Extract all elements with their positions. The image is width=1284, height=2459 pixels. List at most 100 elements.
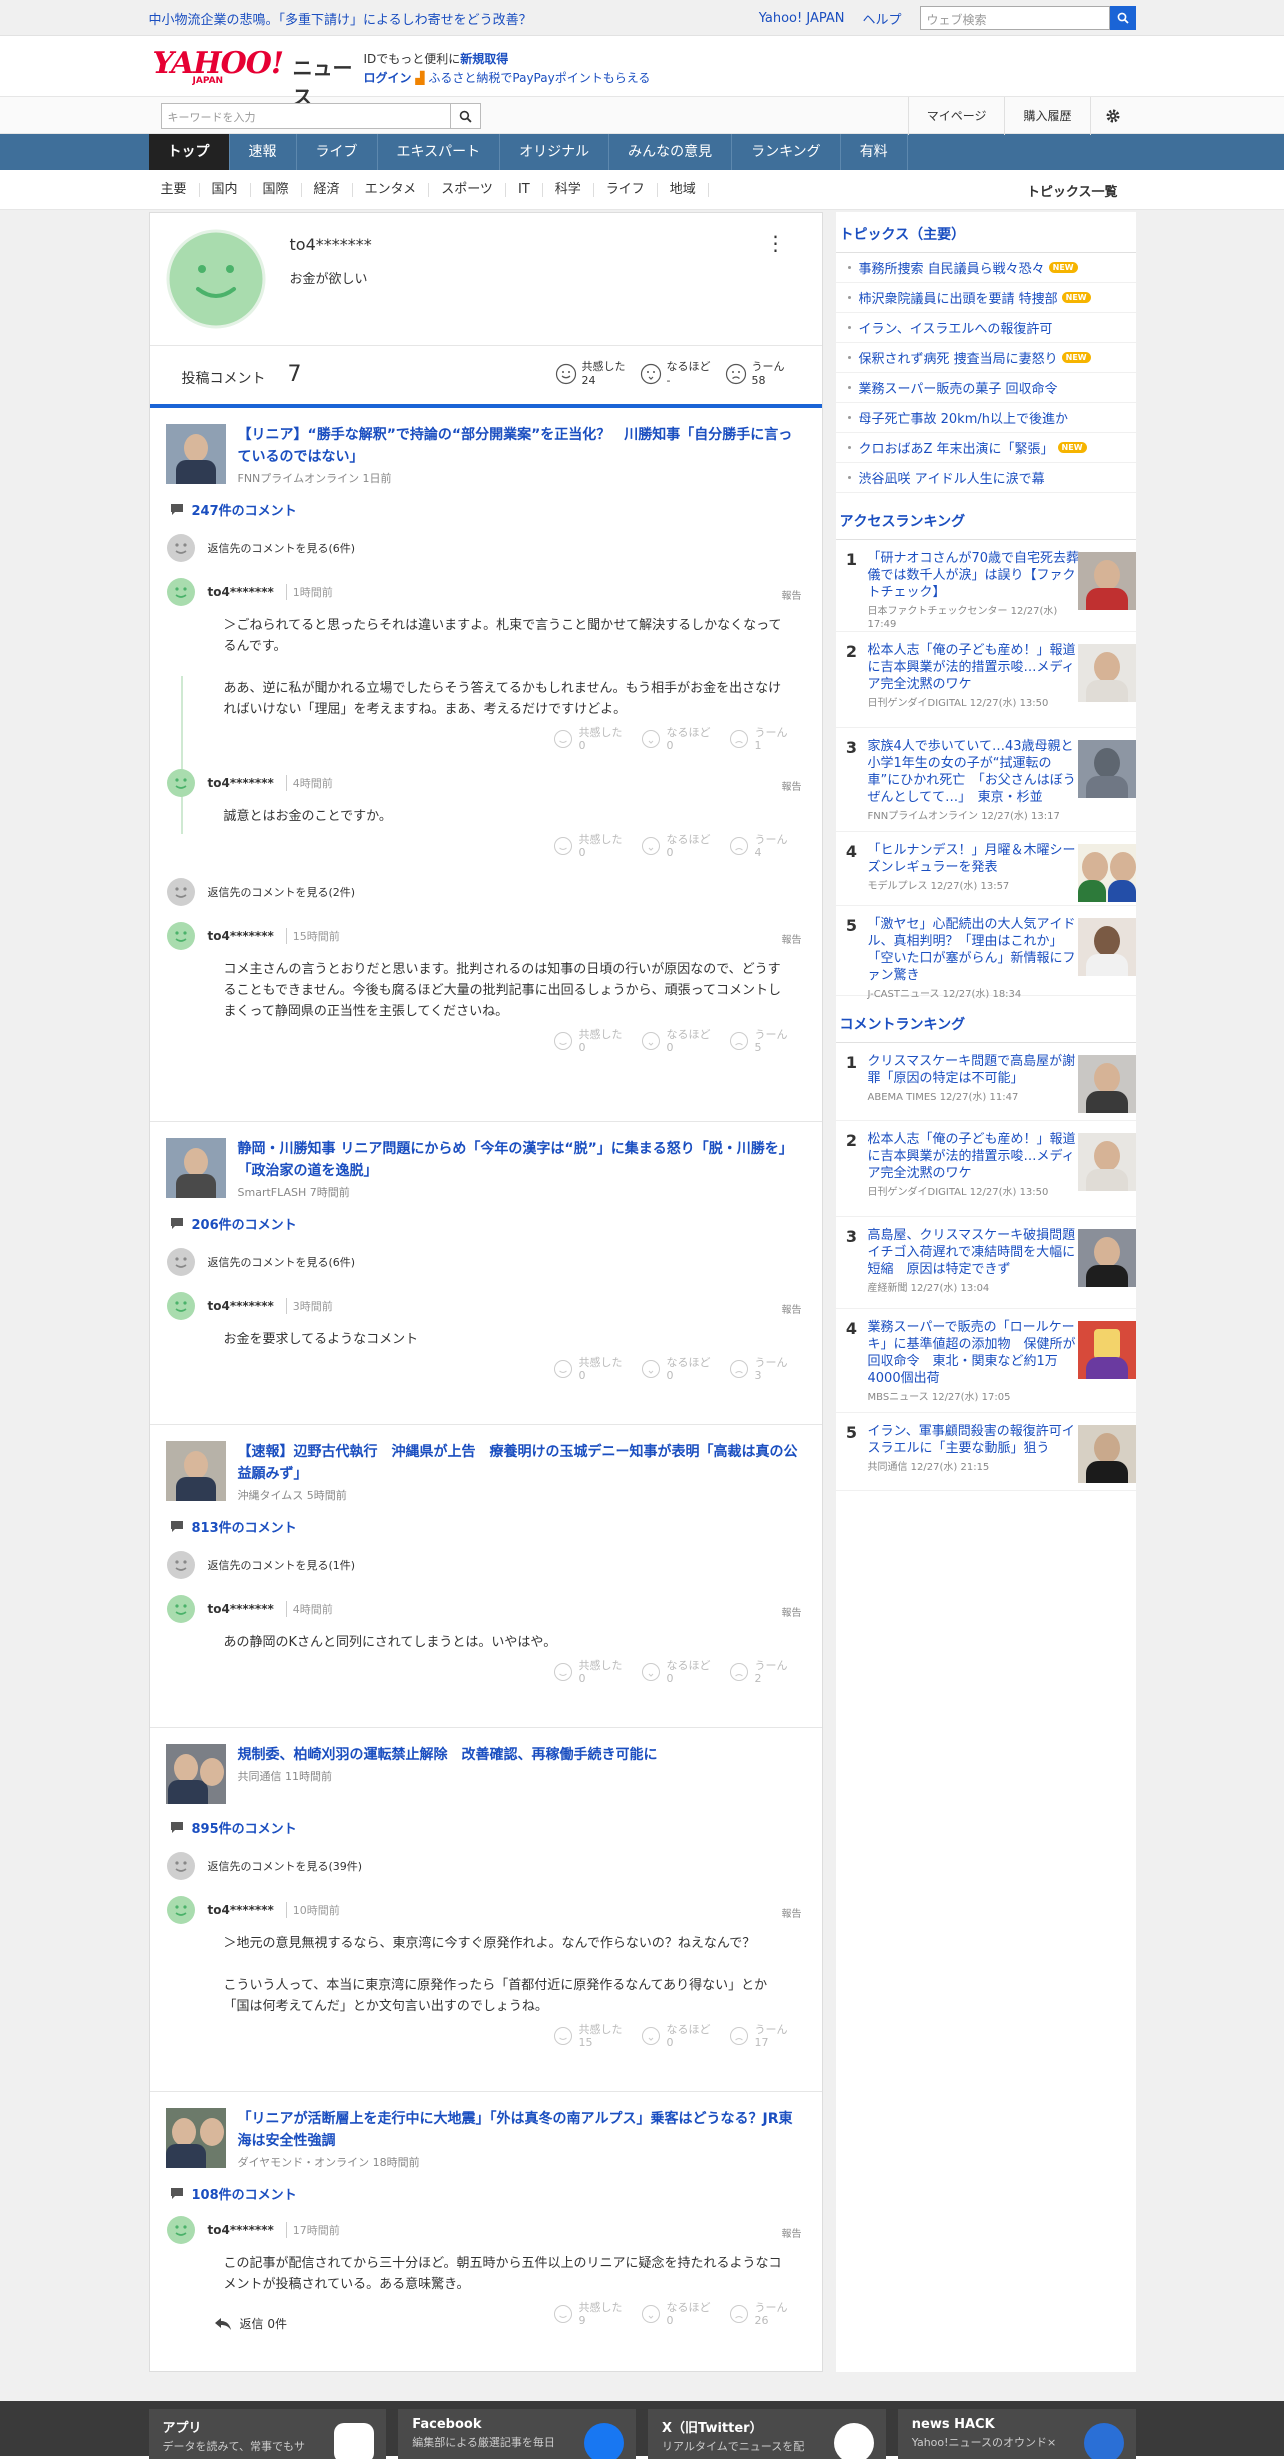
cat-sports[interactable]: スポーツ [429,183,506,197]
comment-count-link[interactable]: 108件のコメント [150,2170,822,2209]
ranking-item[interactable]: 5 イラン、軍事顧問殺害の報復許可イスラエルに「主要な動脈」狙う 共同通信 12/2… [835,1413,1136,1491]
article-title[interactable]: 静岡・川勝知事 リニア問題にからめ「今年の漢字は“脱”」に集まる怒り「脱・川勝を… [238,1138,806,1182]
comment-count-link[interactable]: 895件のコメント [150,1804,822,1843]
uun-button[interactable]: うーん 2 [729,1659,788,1685]
topbar-headline-link[interactable]: 中小物流企業の悲鳴。「多重下請け」によるしわ寄せをどう改善？ [149,9,532,28]
comment-author[interactable]: to4******* [208,776,274,790]
cat-domestic[interactable]: 国内 [200,183,251,197]
comment-author[interactable]: to4******* [208,1903,274,1917]
reply-button[interactable]: 返信 0件 [214,2315,287,2332]
topic-item[interactable]: 業務スーパー販売の菓子 回収命令 [835,373,1136,403]
naruhodo-button[interactable]: なるほど 0 [641,833,711,859]
article-title[interactable]: 【リニア】“勝手な解釈”で持論の“部分開業案”を正当化？ 川勝知事「自分勝手に言… [238,424,806,468]
report-link[interactable]: 報告 [782,778,802,793]
reply-toggle[interactable]: 返信先のコメントを見る(1件) [150,1542,822,1588]
topic-item[interactable]: 母子死亡事故 20km/h以上で後進か [835,403,1136,433]
comment-count-link[interactable]: 247件のコメント [150,486,822,525]
naruhodo-button[interactable]: なるほど 0 [641,1356,711,1382]
naruhodo-button[interactable]: なるほど 0 [641,1028,711,1054]
comment-author[interactable]: to4******* [208,1299,274,1313]
gnav-tab-ranking[interactable]: ランキング [732,134,841,170]
web-search-input[interactable]: ウェブ検索 [919,6,1110,30]
empathy-button[interactable]: 共感した 0 [553,833,623,859]
uun-button[interactable]: うーん 1 [729,726,788,752]
empathy-button[interactable]: 共感した 0 [553,1356,623,1382]
comment-author[interactable]: to4******* [208,585,274,599]
empathy-button[interactable]: 共感した 0 [553,726,623,752]
cat-it[interactable]: IT [506,183,543,197]
keyword-search-button[interactable] [450,103,481,129]
article-thumbnail[interactable] [165,1744,226,1804]
comment-count-link[interactable]: 813件のコメント [150,1503,822,1542]
cat-entertainment[interactable]: エンタメ [353,183,430,197]
ranking-item[interactable]: 1 クリスマスケーキ問題で高島屋が謝罪「原因の特定は不可能」 ABEMA TIMES… [835,1043,1136,1121]
topic-item[interactable]: クロおばあZ 年末出演に「緊張」 NEW [835,433,1136,463]
article-thumbnail[interactable] [165,424,226,484]
ranking-item[interactable]: 3 高島屋、クリスマスケーキ破損問題 イチゴ入荷遅れで凍結時間を大幅に短縮 原因は… [835,1217,1136,1309]
ranking-item[interactable]: 1 「研ナオコさんが70歳で自宅死去葬儀では数千人が涙」は誤り【ファクトチェック】… [835,540,1136,632]
article-title[interactable]: 「リニアが活断層上を走行中に大地震」「外は真冬の南アルプス」乗客はどうなる？JR… [238,2108,806,2152]
reply-toggle[interactable]: 返信先のコメントを見る(6件) [150,1239,822,1285]
gnav-tab-original[interactable]: オリジナル [500,134,610,170]
topic-item[interactable]: 事務所捜索 自民議員ら戦々恐々 NEW [835,253,1136,283]
ranking-item[interactable]: 3 家族4人で歩いていて…43歳母親と小学1年生の女の子が“拭運転の車”にひかれ死… [835,728,1136,832]
ranking-item[interactable]: 2 松本人志「俺の子ども産め！」報道に吉本興業が法的措置示唆…メディア完全沈黙のワ… [835,632,1136,728]
article-thumbnail[interactable] [165,2108,226,2168]
report-link[interactable]: 報告 [782,931,802,946]
naruhodo-button[interactable]: なるほど 0 [641,1659,711,1685]
topic-item[interactable]: 渋谷凪咲 アイドル人生に涙で幕 [835,463,1136,493]
ranking-item[interactable]: 2 松本人志「俺の子ども産め！」報道に吉本興業が法的措置示唆…メディア完全沈黙のワ… [835,1121,1136,1217]
gnav-tab-top[interactable]: トップ [148,134,230,170]
cat-economy[interactable]: 経済 [302,183,353,197]
comment-author[interactable]: to4******* [208,929,274,943]
cat-main[interactable]: 主要 [149,183,200,197]
footer-app[interactable]: アプリ データを読みて、常事でもサ [148,2409,387,2459]
comment-author[interactable]: to4******* [208,1602,274,1616]
cat-life[interactable]: ライフ [594,183,658,197]
footer-facebook[interactable]: Facebook 編集部による厳選記事を毎日 [398,2409,636,2459]
yahoo-japan-link[interactable]: Yahoo! JAPAN [759,11,845,26]
empathy-button[interactable]: 共感した 0 [553,1659,623,1685]
signup-link[interactable]: 新規取得 [460,52,508,66]
article-thumbnail[interactable] [165,1441,226,1501]
topic-item[interactable]: 保釈されず病死 捜査当局に妻怒り NEW [835,343,1136,373]
naruhodo-button[interactable]: なるほど 0 [641,2023,711,2049]
purchase-history-link[interactable]: 購入履歴 [1004,97,1089,135]
cat-world[interactable]: 国際 [251,183,302,197]
yahoo-news-logo[interactable]: YAHOO! JAPAN ニュース [153,46,353,109]
ranking-item[interactable]: 5 「激ヤセ」心配続出の大人気アイドル、真相判明？「理由はこれか」「空いた口が塞が… [835,906,1136,1000]
furusato-link[interactable]: ふるさと納税でPayPayポイントもらえる [428,71,650,85]
report-link[interactable]: 報告 [782,1905,802,1920]
topic-item[interactable]: イラン、イスラエルへの報復許可 [835,313,1136,343]
cat-local[interactable]: 地域 [658,183,709,197]
help-link[interactable]: ヘルプ [862,9,901,28]
footer-x[interactable]: X（旧Twitter） リアルタイムでニュースを配 [648,2409,886,2459]
keyword-input[interactable]: キーワードを入力 [160,103,451,129]
uun-button[interactable]: うーん 5 [729,1028,788,1054]
gnav-tab-opinion[interactable]: みんなの意見 [609,134,733,170]
comment-count-link[interactable]: 206件のコメント [150,1200,822,1239]
reply-toggle[interactable]: 返信先のコメントを見る(39件) [150,1843,822,1889]
report-link[interactable]: 報告 [782,1301,802,1316]
report-link[interactable]: 報告 [782,1604,802,1619]
naruhodo-button[interactable]: なるほど 0 [641,2301,711,2327]
article-thumbnail[interactable] [165,1138,226,1198]
ranking-item[interactable]: 4 業務スーパーで販売の「ロールケーキ」に基準値超の添加物 保健所が回収命令 東北… [835,1309,1136,1413]
empathy-button[interactable]: 共感した 9 [553,2301,623,2327]
more-menu-icon[interactable]: ⋮ [766,231,786,255]
gnav-tab-breaking[interactable]: 速報 [230,134,297,170]
naruhodo-button[interactable]: なるほど 0 [641,726,711,752]
article-title[interactable]: 規制委、柏崎刈羽の運転禁止解除 改善確認、再稼働手続き可能に [238,1744,658,1766]
report-link[interactable]: 報告 [782,2225,802,2240]
uun-button[interactable]: うーん 17 [729,2023,788,2049]
reply-toggle[interactable]: 返信先のコメントを見る(6件) [150,525,822,571]
report-link[interactable]: 報告 [782,587,802,602]
uun-button[interactable]: うーん 3 [729,1356,788,1382]
topics-list-link[interactable]: トピックス一覧 [1027,181,1136,200]
uun-button[interactable]: うーん 4 [729,833,788,859]
comment-author[interactable]: to4******* [208,2223,274,2237]
gnav-tab-paid[interactable]: 有料 [841,134,908,170]
article-title[interactable]: 【速報】辺野古代執行 沖縄県が上告 療養明けの玉城デニー知事が表明「高裁は真の公… [238,1441,806,1485]
gnav-tab-expert[interactable]: エキスパート [378,134,501,170]
empathy-button[interactable]: 共感した 15 [553,2023,623,2049]
